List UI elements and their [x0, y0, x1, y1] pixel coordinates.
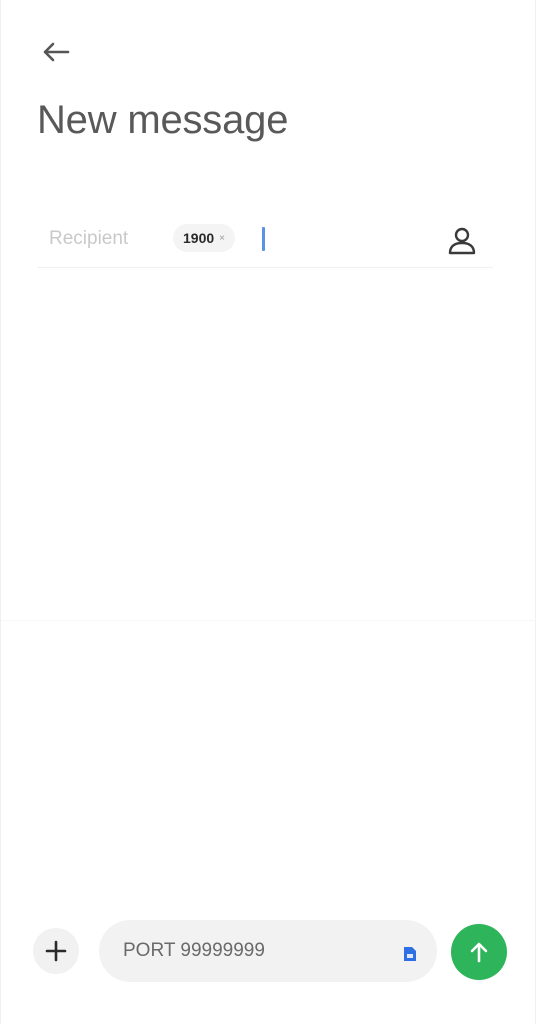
plus-icon [45, 940, 67, 962]
page-title: New message [37, 98, 289, 142]
back-button[interactable] [33, 32, 77, 72]
attach-button[interactable] [33, 928, 79, 974]
arrow-left-icon [43, 42, 70, 62]
send-button[interactable] [451, 924, 507, 980]
recipient-label: Recipient [49, 228, 129, 249]
recipient-chip[interactable]: 1900 × [173, 224, 235, 252]
message-thread-area [1, 270, 536, 621]
contact-picker-button[interactable] [439, 218, 485, 264]
recipient-field[interactable]: Recipient 1900 × [37, 210, 493, 268]
compose-bar [1, 912, 536, 992]
arrow-up-icon [470, 942, 488, 963]
person-icon [448, 227, 476, 255]
message-input[interactable] [123, 936, 383, 966]
sim-select-button[interactable] [399, 943, 421, 965]
chip-remove-icon[interactable]: × [219, 233, 225, 244]
text-caret [262, 227, 265, 251]
recipient-chip-text: 1900 [183, 230, 215, 246]
sim-card-icon [404, 947, 416, 961]
new-message-screen: New message Recipient 1900 × [0, 0, 536, 1024]
message-input-box [99, 920, 437, 982]
